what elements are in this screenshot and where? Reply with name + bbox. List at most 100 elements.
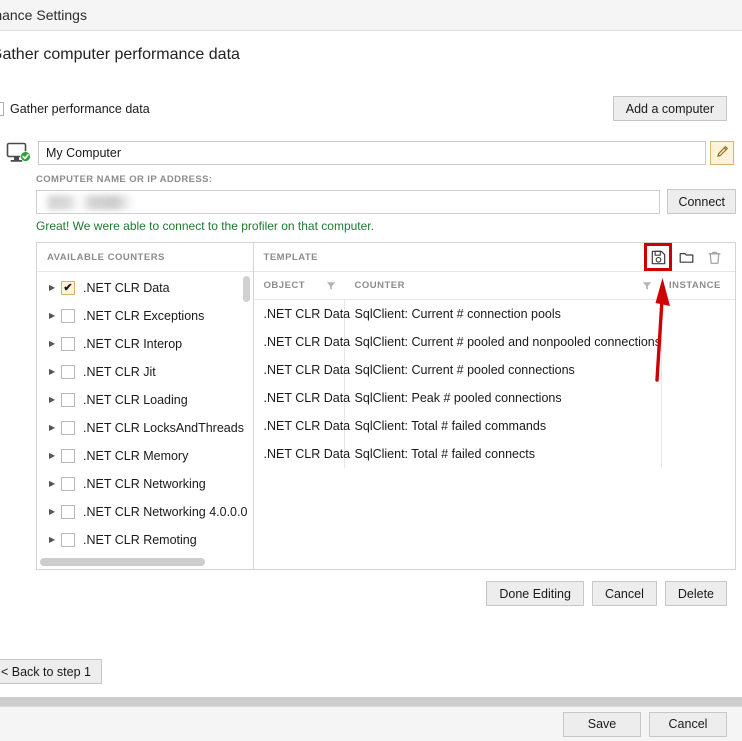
list-item[interactable]: ▶ .NET CLR Exceptions xyxy=(37,302,253,330)
counter-checkbox[interactable] xyxy=(61,393,75,407)
page-horizontal-scrollbar[interactable] xyxy=(0,697,742,706)
column-header-instance[interactable]: INSTANCE xyxy=(661,280,735,291)
template-toolbar xyxy=(644,243,735,271)
gather-performance-data-checkbox[interactable] xyxy=(0,102,4,116)
counter-label: .NET CLR Loading xyxy=(83,393,188,407)
redacted-address-value xyxy=(44,194,134,210)
chevron-right-icon[interactable]: ▶ xyxy=(49,340,61,348)
counter-checkbox[interactable] xyxy=(61,365,75,379)
chevron-right-icon[interactable]: ▶ xyxy=(49,508,61,516)
cancel-editing-button[interactable]: Cancel xyxy=(591,581,657,606)
cell-counter: SqlClient: Total # failed commands xyxy=(354,419,547,433)
column-header-counter-label: COUNTER xyxy=(354,280,406,291)
counter-label: .NET CLR LocksAndThreads xyxy=(83,421,244,435)
cell-instance xyxy=(661,328,735,356)
cell-counter: SqlClient: Current # pooled and nonpoole… xyxy=(354,335,661,349)
chevron-right-icon[interactable]: ▶ xyxy=(49,480,61,488)
edit-computer-button[interactable] xyxy=(710,141,734,165)
column-header-object-label: OBJECT xyxy=(263,280,306,291)
counters-horizontal-scrollbar[interactable] xyxy=(37,555,253,569)
chevron-right-icon[interactable]: ▶ xyxy=(49,424,61,432)
chevron-right-icon[interactable]: ▶ xyxy=(49,284,61,292)
done-editing-button[interactable]: Done Editing xyxy=(486,581,584,606)
column-header-object[interactable]: OBJECT xyxy=(254,280,345,291)
cell-instance xyxy=(661,300,735,328)
delete-template-icon[interactable] xyxy=(703,246,725,268)
window-title: ormance Settings xyxy=(0,7,87,23)
counter-label: .NET CLR Memory xyxy=(83,449,189,463)
cell-object: .NET CLR Data xyxy=(254,412,350,440)
computer-address-label: COMPUTER NAME OR IP ADDRESS: xyxy=(36,174,213,185)
add-a-computer-button[interactable]: Add a computer xyxy=(612,96,727,121)
chevron-right-icon[interactable]: ▶ xyxy=(49,396,61,404)
counter-checkbox[interactable] xyxy=(61,421,75,435)
filter-icon[interactable] xyxy=(326,281,336,291)
counter-label: .NET CLR Jit xyxy=(83,365,156,379)
dialog-footer: Save Cancel xyxy=(0,706,742,741)
cell-counter: SqlClient: Current # pooled connections xyxy=(354,363,575,377)
computer-display-name-input[interactable] xyxy=(38,141,706,165)
available-counters-panel: AVAILABLE COUNTERS ▶ ✔ .NET CLR Data ▶ .… xyxy=(37,243,254,569)
gather-performance-data-label: Gather performance data xyxy=(10,102,150,116)
save-template-icon[interactable] xyxy=(644,243,672,271)
list-item[interactable]: ▶ .NET CLR Interop xyxy=(37,330,253,358)
counter-checkbox[interactable] xyxy=(61,309,75,323)
list-item[interactable]: ▶ .NET CLR Remoting xyxy=(37,526,253,554)
chevron-right-icon[interactable]: ▶ xyxy=(49,312,61,320)
counter-checkbox[interactable] xyxy=(61,477,75,491)
cell-instance xyxy=(661,384,735,412)
cell-instance xyxy=(661,356,735,384)
list-item[interactable]: ▶ .NET CLR Loading xyxy=(37,386,253,414)
filter-icon[interactable] xyxy=(642,281,652,291)
list-item[interactable]: ▶ .NET CLR LocksAndThreads xyxy=(37,414,253,442)
cell-counter: SqlClient: Total # failed connects xyxy=(354,447,535,461)
pencil-icon xyxy=(716,145,729,161)
cell-object: .NET CLR Data xyxy=(254,328,350,356)
column-header-counter[interactable]: COUNTER xyxy=(345,280,661,291)
computer-address-row: Connect xyxy=(36,189,736,214)
list-item[interactable]: ▶ .NET CLR Networking xyxy=(37,470,253,498)
chevron-right-icon[interactable]: ▶ xyxy=(49,536,61,544)
counters-panels: AVAILABLE COUNTERS ▶ ✔ .NET CLR Data ▶ .… xyxy=(36,242,736,570)
template-column-headers: OBJECT COUNTER INSTANCE xyxy=(253,272,735,300)
counter-label: .NET CLR Exceptions xyxy=(83,309,205,323)
template-panel: TEMPLATE OBJECT COUNTER INSTANCE .NET CL… xyxy=(253,243,735,569)
table-row[interactable]: .NET CLR Data SqlClient: Current # conne… xyxy=(254,300,735,328)
open-template-icon[interactable] xyxy=(675,246,697,268)
table-row[interactable]: .NET CLR Data SqlClient: Total # failed … xyxy=(254,440,735,468)
list-item[interactable]: ▶ ✔ .NET CLR Data xyxy=(37,274,253,302)
connect-button[interactable]: Connect xyxy=(667,189,736,214)
list-item[interactable]: ▶ .NET CLR Jit xyxy=(37,358,253,386)
counters-horizontal-scrollbar-thumb[interactable] xyxy=(40,558,205,566)
list-item[interactable]: ▶ .NET CLR Memory xyxy=(37,442,253,470)
template-table-body: .NET CLR Data SqlClient: Current # conne… xyxy=(254,300,735,569)
window-title-bar: ormance Settings xyxy=(0,0,742,31)
cell-counter: SqlClient: Peak # pooled connections xyxy=(354,391,562,405)
cancel-button[interactable]: Cancel xyxy=(649,711,727,737)
editing-actions: Done Editing Cancel Delete xyxy=(486,581,727,606)
counter-checkbox[interactable] xyxy=(61,533,75,547)
list-item[interactable]: ▶ .NET CLR Networking 4.0.0.0 xyxy=(37,498,253,526)
counter-label: .NET CLR Interop xyxy=(83,337,183,351)
template-header-label: TEMPLATE xyxy=(263,251,319,263)
monitor-connected-icon xyxy=(6,142,32,164)
chevron-right-icon[interactable]: ▶ xyxy=(49,452,61,460)
table-row[interactable]: .NET CLR Data SqlClient: Current # poole… xyxy=(254,356,735,384)
available-counters-header: AVAILABLE COUNTERS xyxy=(37,243,253,272)
back-to-step-1-button[interactable]: < Back to step 1 xyxy=(0,659,102,684)
table-row[interactable]: .NET CLR Data SqlClient: Peak # pooled c… xyxy=(254,384,735,412)
table-row[interactable]: .NET CLR Data SqlClient: Total # failed … xyxy=(254,412,735,440)
available-counters-tree[interactable]: ▶ ✔ .NET CLR Data ▶ .NET CLR Exceptions … xyxy=(37,272,253,555)
computer-address-input[interactable] xyxy=(36,189,661,214)
counter-checkbox[interactable] xyxy=(61,337,75,351)
counter-checkbox[interactable] xyxy=(61,505,75,519)
delete-button[interactable]: Delete xyxy=(664,581,727,606)
counter-checkbox[interactable]: ✔ xyxy=(61,281,75,295)
counter-label: .NET CLR Networking 4.0.0.0 xyxy=(83,505,248,519)
save-button[interactable]: Save xyxy=(563,711,641,737)
chevron-right-icon[interactable]: ▶ xyxy=(49,368,61,376)
counters-vertical-scrollbar[interactable] xyxy=(242,276,250,302)
cell-instance xyxy=(661,412,735,440)
table-row[interactable]: .NET CLR Data SqlClient: Current # poole… xyxy=(254,328,735,356)
counter-checkbox[interactable] xyxy=(61,449,75,463)
